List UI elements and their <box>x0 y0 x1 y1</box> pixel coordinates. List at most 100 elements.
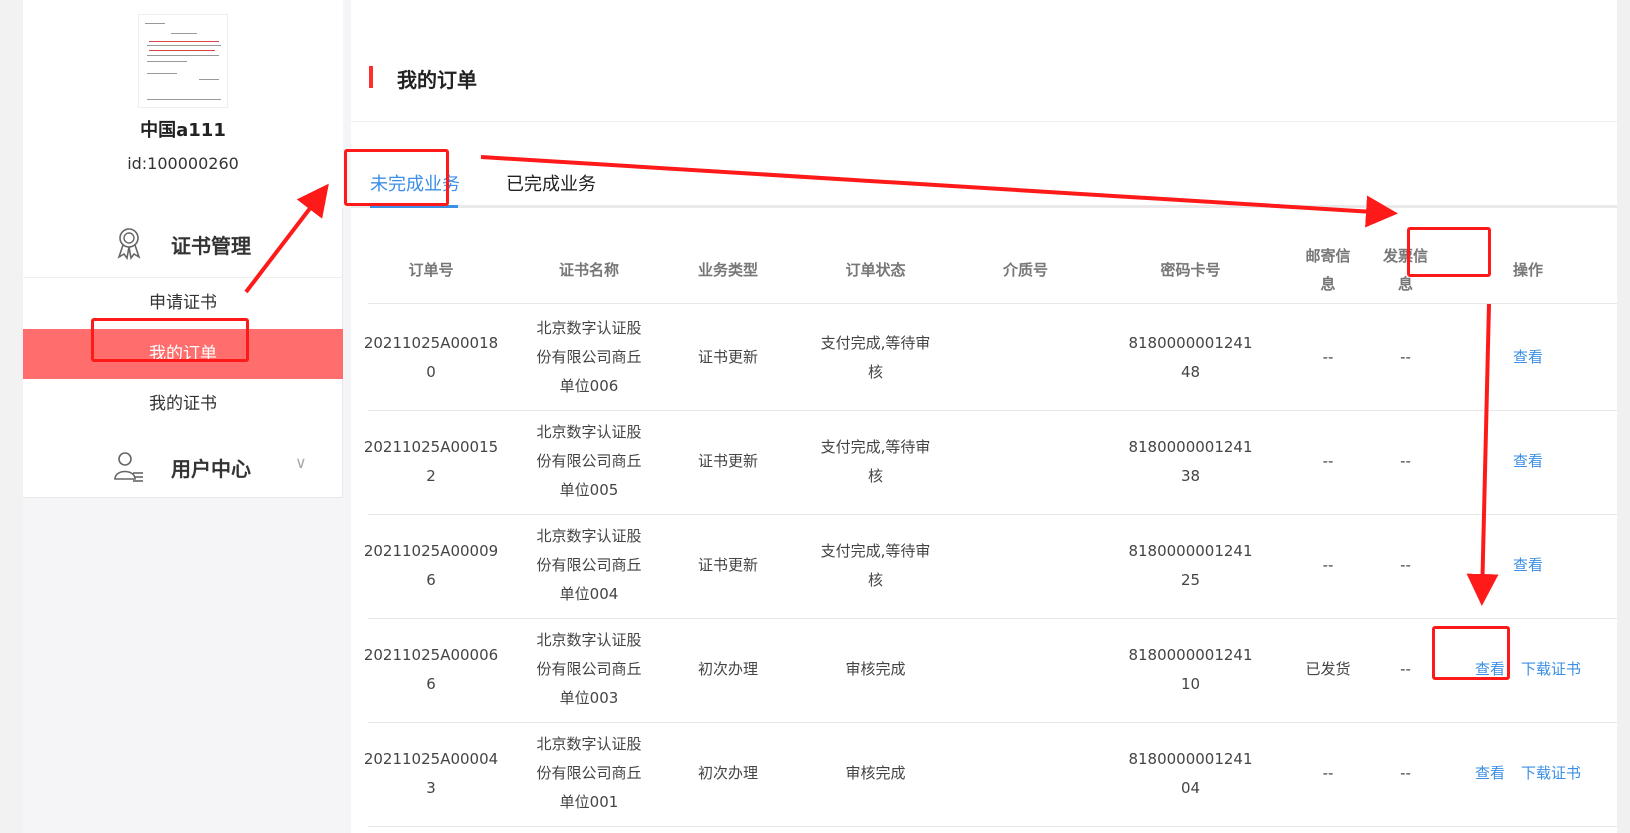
order-no-line: 20211025A00004 <box>363 749 499 768</box>
view-link[interactable]: 查看 <box>1475 759 1505 788</box>
cell-invoice-info: -- <box>1368 408 1443 515</box>
status-line: 支付完成,等待审 <box>820 333 931 352</box>
mail-info: -- <box>1322 452 1334 470</box>
business-type: 证书更新 <box>697 556 758 574</box>
card-no-line: 8180000001241 <box>1128 437 1253 456</box>
table-row: 20211025A00006 6 北京数字认证股 份有限公司商丘 单位003 初次办理 审核… <box>364 616 1617 723</box>
download-certificate-link[interactable]: 下载证书 <box>1521 655 1581 684</box>
status-line: 核 <box>867 362 883 381</box>
cell-cert-name: 北京数字认证股 份有限公司商丘 单位004 <box>525 512 653 619</box>
tab-completed[interactable]: 已完成业务 <box>506 170 596 196</box>
sidebar-item-apply-certificate[interactable]: 申请证书 <box>23 278 343 328</box>
view-link[interactable]: 查看 <box>1475 655 1505 684</box>
title-marker <box>369 66 373 88</box>
menu-group-user-center[interactable]: 用户中心 ∨ <box>23 431 343 501</box>
col-medium-no: 介质号 <box>1002 261 1048 279</box>
card-no-line: 48 <box>1180 362 1201 381</box>
cert-name-line: 份有限公司商丘 <box>536 660 642 678</box>
cell-business-type: 证书更新 <box>673 304 783 411</box>
cell-actions: 查看 下载证书 <box>1443 616 1613 723</box>
menu-group-label: 证书管理 <box>171 234 251 258</box>
cell-invoice-info: -- <box>1368 512 1443 619</box>
user-id: id:100000260 <box>127 154 239 173</box>
cell-order-status: 支付完成,等待审核 <box>798 304 953 411</box>
status-line: 核 <box>867 466 883 485</box>
cell-cert-name: 北京数字认证股 份有限公司商丘 单位005 <box>525 408 653 515</box>
cell-card-no: 8180000001241 48 <box>1098 304 1283 411</box>
cell-actions: 查看 <box>1443 512 1613 619</box>
cell-medium-no <box>958 616 1093 723</box>
col-card-no: 密码卡号 <box>1160 261 1221 279</box>
cell-cert-name: 北京数字认证股 份有限公司商丘 单位001 <box>525 720 653 827</box>
business-type: 初次办理 <box>697 764 758 782</box>
cert-name-line: 北京数字认证股 <box>536 631 642 649</box>
business-type: 证书更新 <box>697 452 758 470</box>
cell-actions: 查看 <box>1443 304 1613 411</box>
view-link[interactable]: 查看 <box>1513 551 1543 580</box>
mail-info: -- <box>1322 556 1334 574</box>
sidebar-item-my-certificates[interactable]: 我的证书 <box>23 379 343 429</box>
scrollbar-track[interactable] <box>1617 0 1630 833</box>
table-row: 20211025A00009 6 北京数字认证股 份有限公司商丘 单位004 证书更新 支付… <box>364 512 1617 619</box>
menu-group-label: 用户中心 <box>171 457 251 481</box>
cert-name-line: 份有限公司商丘 <box>536 348 642 366</box>
cert-name-line: 份有限公司商丘 <box>536 764 642 782</box>
cert-name-line: 北京数字认证股 <box>536 735 642 753</box>
cell-order-status: 支付完成,等待审核 <box>798 512 953 619</box>
card-no-line: 8180000001241 <box>1128 645 1253 664</box>
award-icon <box>117 228 141 260</box>
cell-order-status: 支付完成,等待审核 <box>798 408 953 515</box>
col-order-no: 订单号 <box>408 261 454 279</box>
username: 中国a111 <box>140 120 226 141</box>
active-tab-underline <box>370 205 458 208</box>
col-actions: 操作 <box>1512 261 1543 279</box>
cell-cert-name: 北京数字认证股 份有限公司商丘 单位006 <box>525 304 653 411</box>
sidebar-item-my-orders[interactable]: 我的订单 <box>23 329 343 379</box>
view-link[interactable]: 查看 <box>1513 447 1543 476</box>
order-no-line: 6 <box>426 674 436 693</box>
cert-name-line: 单位004 <box>559 585 619 603</box>
cell-card-no: 8180000001241 10 <box>1098 616 1283 723</box>
cell-medium-no <box>958 408 1093 515</box>
download-certificate-link[interactable]: 下载证书 <box>1521 759 1581 788</box>
status-line: 审核完成 <box>845 764 906 782</box>
tab-incomplete[interactable]: 未完成业务 <box>370 170 460 196</box>
cell-order-no: 20211025A00018 0 <box>364 304 498 411</box>
cell-order-status: 审核完成 <box>798 616 953 723</box>
business-type: 证书更新 <box>697 348 758 366</box>
status-line: 审核完成 <box>845 660 906 678</box>
order-no-line: 6 <box>426 570 436 589</box>
cell-business-type: 证书更新 <box>673 512 783 619</box>
cert-name-line: 北京数字认证股 <box>536 319 642 337</box>
cert-name-line: 单位001 <box>559 793 619 811</box>
gutter <box>343 0 351 833</box>
cell-card-no: 8180000001241 25 <box>1098 512 1283 619</box>
menu-group-certificate-management[interactable]: 证书管理 <box>23 208 343 278</box>
cell-medium-no <box>958 720 1093 827</box>
cell-card-no: 8180000001241 38 <box>1098 408 1283 515</box>
table-row: 20211025A00015 2 北京数字认证股 份有限公司商丘 单位005 证书更新 支付… <box>364 408 1617 515</box>
cell-order-status: 审核完成 <box>798 720 953 827</box>
cell-invoice-info: -- <box>1368 616 1443 723</box>
cell-mail-info: 已发货 <box>1288 616 1368 723</box>
view-link[interactable]: 查看 <box>1513 343 1543 372</box>
mail-info: -- <box>1322 348 1334 366</box>
invoice-info: -- <box>1400 556 1411 574</box>
table-row: 20211025A00004 3 北京数字认证股 份有限公司商丘 单位001 初次办理 审核… <box>364 720 1617 827</box>
col-cert-name: 证书名称 <box>558 261 619 279</box>
chevron-down-icon[interactable]: ∨ <box>295 453 307 472</box>
col-invoice-info: 发票信息 <box>1382 247 1428 293</box>
mail-info: -- <box>1322 764 1334 782</box>
card-no-line: 8180000001241 <box>1128 541 1253 560</box>
cell-order-no: 20211025A00004 3 <box>364 720 498 827</box>
cell-invoice-info: -- <box>1368 720 1443 827</box>
card-no-line: 8180000001241 <box>1128 333 1253 352</box>
order-no-line: 20211025A00018 <box>363 333 499 352</box>
card-no-line: 8180000001241 <box>1128 749 1253 768</box>
order-no-line: 0 <box>426 362 436 381</box>
cell-order-no: 20211025A00009 6 <box>364 512 498 619</box>
card-no-line: 25 <box>1180 570 1201 589</box>
cert-name-line: 单位006 <box>559 377 619 395</box>
cell-mail-info: -- <box>1288 304 1368 411</box>
card-no-line: 38 <box>1180 466 1201 485</box>
